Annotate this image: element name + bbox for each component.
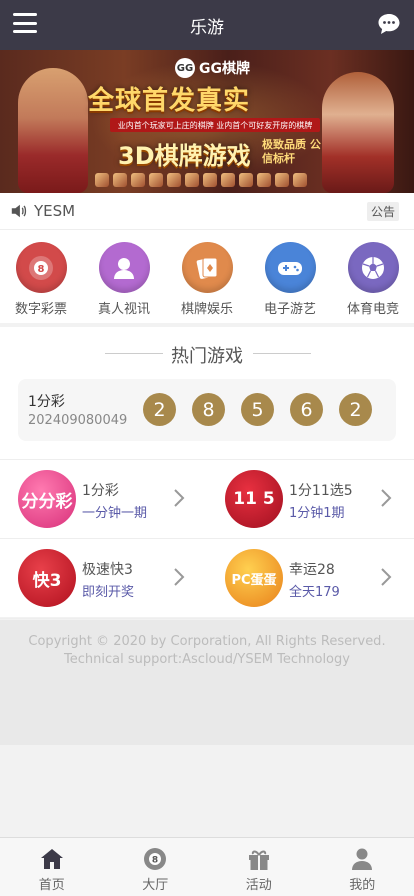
game-name: 幸运28 (289, 562, 335, 578)
latest-draw-card[interactable]: 1分彩 202409080049 2 8 5 6 2 (18, 379, 396, 441)
svg-text:8: 8 (38, 264, 45, 275)
fenfencai-logo-icon: 分分彩 (18, 470, 76, 528)
chevron-right-icon (174, 489, 185, 507)
menu-icon[interactable] (13, 13, 37, 33)
hot-games-section: 热门游戏 1分彩 202409080049 2 8 5 6 2 分分彩 1分彩 … (0, 327, 414, 619)
category-electronic-games[interactable]: 电子游艺 (249, 230, 331, 323)
chevron-right-icon (381, 489, 392, 507)
banner-model-left (18, 68, 88, 193)
category-sports-esports[interactable]: 体育电竞 (332, 230, 414, 323)
promo-banner[interactable]: GG GG棋牌 全球首发真实 业内首个玩家可上庄的棋牌 业内首个可好友开房的棋牌… (0, 50, 414, 193)
game-name: 1分彩 (82, 483, 119, 499)
game-desc: 全天179 (289, 585, 340, 600)
chevron-right-icon (381, 568, 392, 586)
app-page: 乐游 GG GG棋牌 全球首发真实 业内首个玩家可上庄的棋牌 业内首个可好友开房… (0, 0, 414, 896)
category-label: 真人视讯 (97, 302, 150, 317)
nav-label: 我的 (349, 878, 376, 893)
brand-name: GG棋牌 (199, 61, 250, 77)
copyright-text: Copyright © 2020 by Corporation, All Rig… (28, 634, 386, 649)
cards-icon (181, 242, 233, 293)
announcement-button[interactable]: 公告 (366, 202, 399, 221)
pcdandan-logo-icon: PC蛋蛋 (225, 549, 283, 607)
banner-brand: GG GG棋牌 (175, 58, 250, 78)
banner-big-text: 3D棋牌游戏 (118, 142, 251, 170)
banner-quality: 极致品质 公信标杆 (262, 138, 321, 165)
section-title: 热门游戏 (171, 346, 243, 367)
game-item-1fencai[interactable]: 分分彩 1分彩 一分钟一期 (0, 460, 207, 540)
category-label: 数字彩票 (14, 302, 67, 317)
support-text: Technical support:Ascloud/YSEM Technolog… (64, 652, 350, 667)
nav-label: 大厅 (142, 878, 169, 893)
page-title: 乐游 (190, 17, 224, 38)
top-header: 乐游 (0, 0, 414, 50)
hot-games-grid: 分分彩 1分彩 一分钟一期 11 5 1分11选5 1分钟1期 快3 极速快3 … (0, 459, 414, 619)
result-ball: 5 (241, 393, 274, 426)
category-label: 电子游艺 (263, 302, 316, 317)
banner-game-thumbs (95, 173, 307, 187)
game-name: 极速快3 (82, 562, 133, 578)
svg-text:8: 8 (152, 856, 158, 866)
chevron-right-icon (174, 568, 185, 586)
result-ball: 6 (290, 393, 323, 426)
banner-headline: 全球首发真实 (88, 86, 251, 116)
result-ball: 8 (192, 393, 225, 426)
category-label: 体育电竞 (346, 302, 399, 317)
home-icon (40, 849, 63, 869)
category-live-video[interactable]: 真人视讯 (83, 230, 165, 323)
category-chess-cards[interactable]: 棋牌娱乐 (166, 230, 248, 323)
result-ball: 2 (143, 393, 176, 426)
billiard-ball-icon: 8 (144, 848, 167, 870)
gift-icon (248, 850, 269, 870)
nav-home[interactable]: 首页 (0, 838, 104, 896)
user-icon (352, 848, 373, 870)
game-item-xingyun28[interactable]: PC蛋蛋 幸运28 全天179 (207, 539, 414, 619)
game-item-jisukuai3[interactable]: 快3 极速快3 即刻开奖 (0, 539, 207, 619)
divider (253, 353, 311, 354)
bottom-nav: 首页 8 大厅 活动 我的 (0, 837, 414, 896)
nav-label: 首页 (38, 878, 65, 893)
banner-model-right (322, 72, 394, 193)
category-row: 8 数字彩票 真人视讯 棋牌娱乐 电子游艺 体育电竞 (0, 230, 414, 323)
game-desc: 即刻开奖 (82, 585, 135, 600)
nav-lobby[interactable]: 8 大厅 (104, 838, 208, 896)
notice-text: YESM (34, 202, 76, 220)
game-desc: 一分钟一期 (82, 506, 148, 521)
draw-result-balls: 2 8 5 6 2 (143, 393, 372, 426)
banner-subline: 业内首个玩家可上庄的棋牌 业内首个可好友开房的棋牌 (110, 118, 320, 132)
game-desc: 1分钟1期 (289, 506, 345, 521)
category-label: 棋牌娱乐 (180, 302, 233, 317)
nav-label: 活动 (245, 878, 272, 893)
nav-activity[interactable]: 活动 (207, 838, 311, 896)
soccer-ball-icon (347, 242, 399, 293)
kuai3-logo-icon: 快3 (18, 549, 76, 607)
draw-game-name: 1分彩 (28, 394, 65, 410)
speaker-icon (11, 204, 27, 218)
chat-icon[interactable] (377, 12, 401, 36)
result-ball: 2 (339, 393, 372, 426)
person-icon (98, 242, 150, 293)
game-name: 1分11选5 (289, 483, 353, 499)
draw-issue-number: 202409080049 (28, 413, 128, 428)
notice-bar: YESM 公告 (0, 193, 414, 230)
gamepad-icon (264, 242, 316, 293)
lottery-ball-icon: 8 (15, 242, 67, 293)
nav-mine[interactable]: 我的 (311, 838, 414, 896)
category-lottery[interactable]: 8 数字彩票 (0, 230, 82, 323)
game-item-1fen11xuan5[interactable]: 11 5 1分11选5 1分钟1期 (207, 460, 414, 540)
11x5-logo-icon: 11 5 (225, 470, 283, 528)
copyright-footer: Copyright © 2020 by Corporation, All Rig… (0, 620, 414, 745)
brand-logo-icon: GG (175, 58, 195, 78)
